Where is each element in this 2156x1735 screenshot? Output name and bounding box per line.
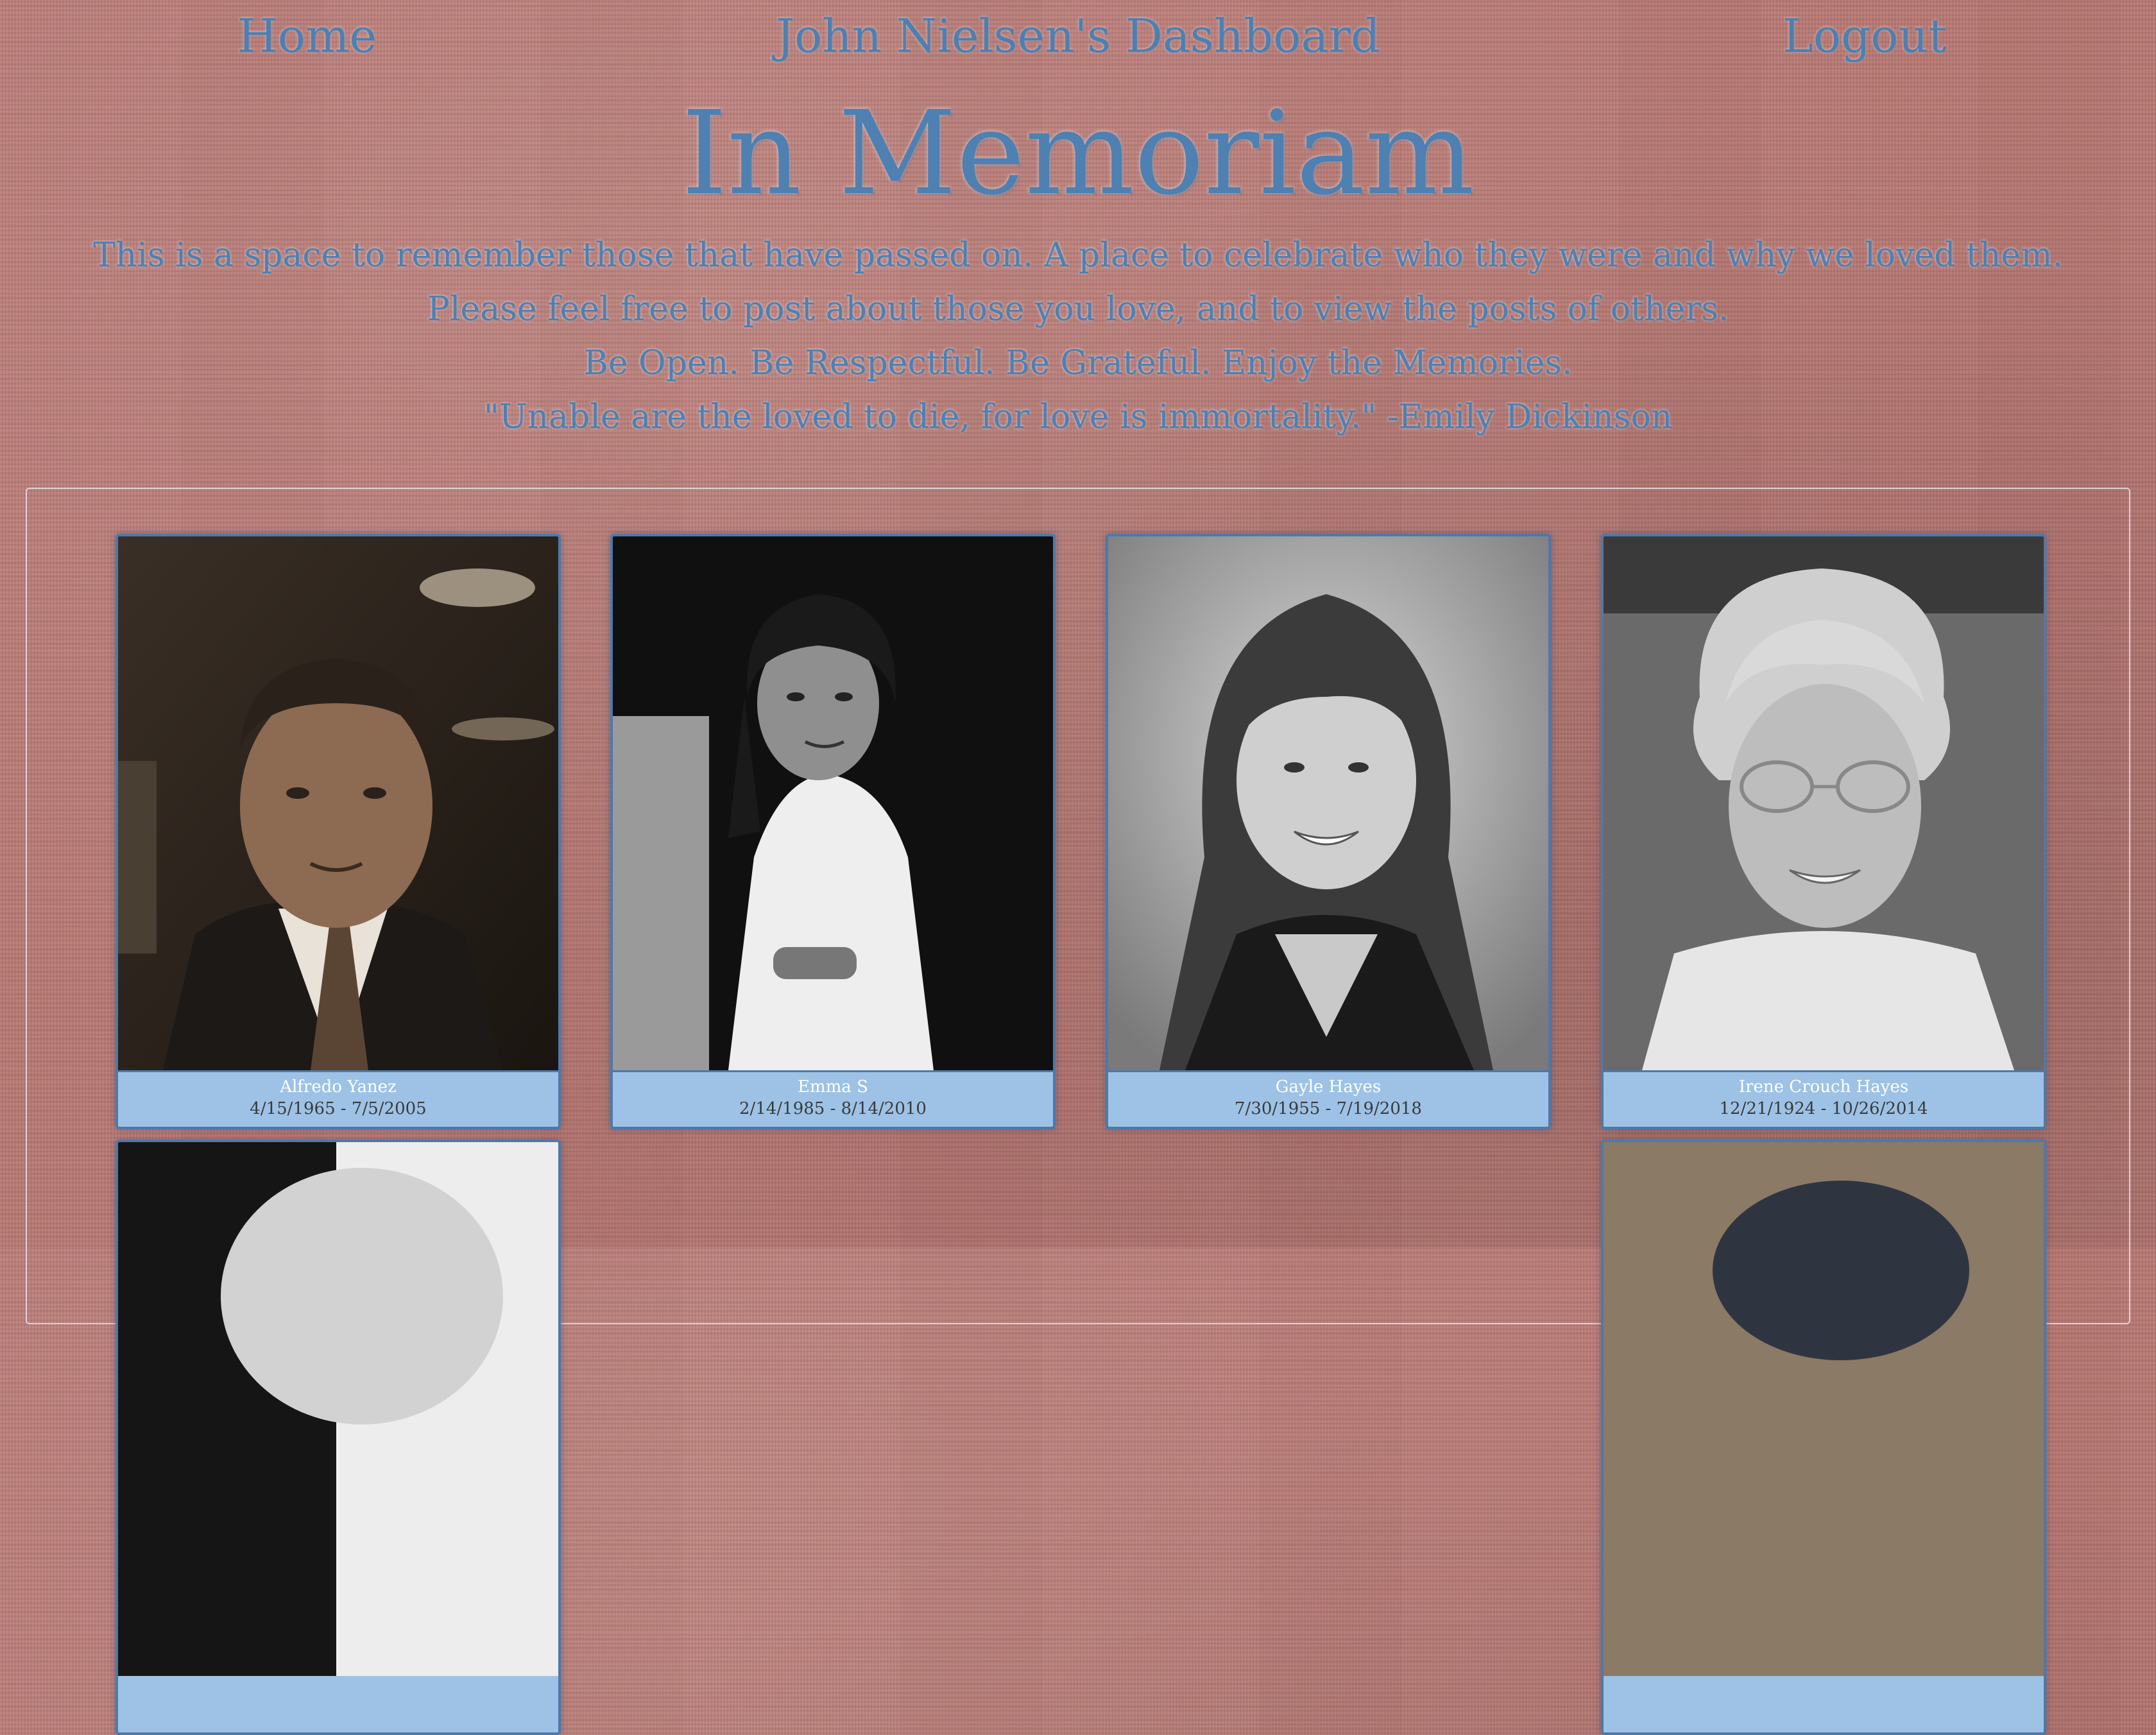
memorial-dates: 7/30/1955 - 7/19/2018 (1235, 1099, 1422, 1118)
intro-line-3: Be Open. Be Respectful. Be Grateful. Enj… (583, 344, 1573, 382)
memorial-card-emma-s[interactable]: Emma S 2/14/1985 - 8/14/2010 (610, 534, 1056, 1129)
memorial-card[interactable] (1601, 1140, 2046, 1735)
memorial-name: Gayle Hayes (1275, 1077, 1382, 1097)
memorial-name: Emma S (798, 1077, 868, 1097)
memorial-card-gayle-hayes[interactable]: Gayle Hayes 7/30/1955 - 7/19/2018 (1106, 534, 1551, 1129)
intro-line-2: Please feel free to post about those you… (427, 290, 1729, 329)
memorial-photo (1604, 536, 2044, 1070)
memorial-card[interactable] (116, 1140, 561, 1735)
memorial-photo (1604, 1142, 2044, 1676)
logout-link[interactable]: Logout (1783, 9, 1947, 63)
memorial-photo (118, 536, 558, 1070)
memorial-card-alfredo-yanez[interactable]: Alfredo Yanez 4/15/1965 - 7/5/2005 (116, 534, 561, 1129)
intro-line-4: "Unable are the loved to die, for love i… (483, 398, 1673, 436)
memorial-name: Irene Crouch Hayes (1738, 1077, 1909, 1097)
memorial-photo (613, 536, 1053, 1070)
page-title: In Memoriam (681, 87, 1475, 221)
intro-line-1: This is a space to remember those that h… (93, 236, 2063, 275)
memorial-photo (118, 1142, 558, 1676)
memorial-name: Alfredo Yanez (280, 1077, 397, 1097)
memorial-dates: 4/15/1965 - 7/5/2005 (250, 1099, 427, 1118)
memorial-card-irene-crouch-hayes[interactable]: Irene Crouch Hayes 12/21/1924 - 10/26/20… (1601, 534, 2046, 1129)
memorial-dates: 2/14/1985 - 8/14/2010 (739, 1099, 927, 1118)
memorial-dates: 12/21/1924 - 10/26/2014 (1719, 1099, 1928, 1118)
memorial-photo (1108, 536, 1548, 1070)
